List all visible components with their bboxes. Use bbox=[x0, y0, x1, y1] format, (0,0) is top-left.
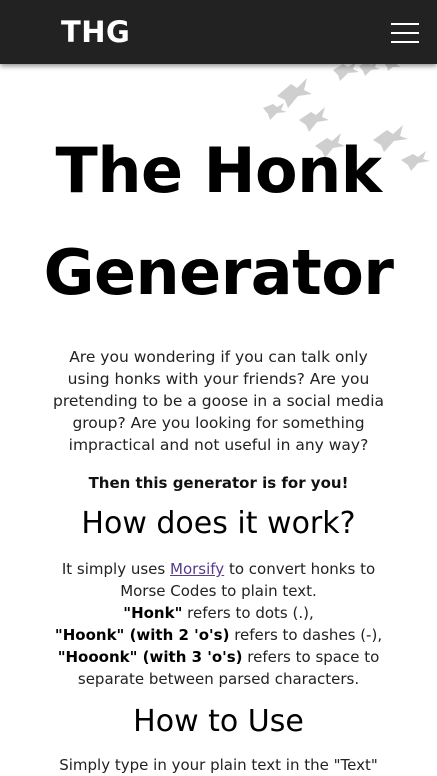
main-content: The Honk Generator Are you wondering if … bbox=[0, 64, 437, 776]
hoonk-term: "Hoonk" (with 2 'o's) bbox=[54, 626, 230, 644]
honk-term: "Honk" bbox=[123, 604, 183, 622]
title-line-2: Generator bbox=[43, 236, 394, 309]
title-line-1: The Honk bbox=[55, 134, 382, 207]
how-it-works-heading: How does it work? bbox=[81, 506, 356, 541]
top-navbar: THG bbox=[0, 0, 437, 64]
call-to-action-text: Then this generator is for you! bbox=[88, 474, 349, 492]
morsify-sentence: It simply uses Morsify to convert honks … bbox=[61, 560, 376, 600]
hooonk-rule: "Hooonk" (with 3 'o's) refers to space t… bbox=[57, 648, 380, 688]
honk-rule: "Honk" refers to dots (.), bbox=[123, 604, 314, 622]
hamburger-menu-icon[interactable] bbox=[391, 21, 419, 45]
morsify-link[interactable]: Morsify bbox=[170, 560, 224, 578]
hooonk-term: "Hooonk" (with 3 'o's) bbox=[57, 648, 243, 666]
brand-logo[interactable]: THG bbox=[61, 14, 130, 50]
intro-paragraph: Are you wondering if you can talk only u… bbox=[52, 348, 385, 454]
how-to-use-text: Simply type in your plain text in the "T… bbox=[59, 756, 378, 774]
page-title: The Honk Generator bbox=[0, 120, 437, 324]
how-to-use-heading: How to Use bbox=[133, 704, 304, 739]
how-it-works-text: It simply uses Morsify to convert honks … bbox=[39, 558, 399, 690]
hoonk-rule: "Hoonk" (with 2 'o's) refers to dashes (… bbox=[54, 626, 383, 644]
